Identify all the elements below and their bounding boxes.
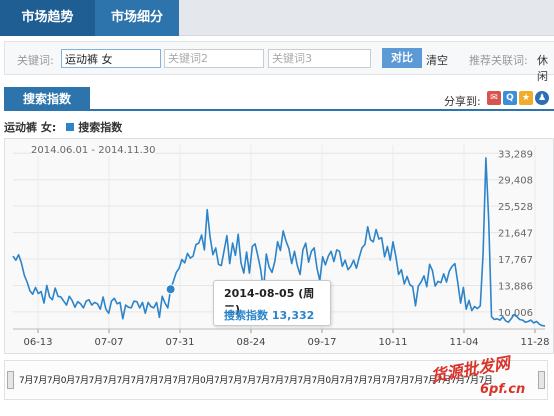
recommend-keyword-link[interactable]: 休闲 (537, 52, 554, 84)
x-tick-label: 07-07 (94, 337, 123, 348)
chart-tooltip: 2014-08-05 (周二) 搜索指数 13,332 (213, 280, 331, 326)
scrubber-left-handle[interactable] (7, 371, 14, 389)
legend-swatch (66, 123, 75, 131)
star-icon[interactable]: ★ (519, 91, 533, 105)
legend-series-name: 搜索指数 (78, 121, 123, 134)
x-tick-label: 08-24 (236, 337, 265, 348)
y-tick-label: 29,408 (498, 176, 533, 187)
keyword-filter-bar: 关键词: 对比 清空 推荐关联词: 休闲 (4, 41, 554, 83)
legend-keyword: 运动裤 女: (4, 121, 57, 134)
x-tick-label: 07-31 (165, 337, 194, 348)
watermark-url: 6pf.cn (480, 382, 526, 397)
keyword3-input[interactable] (268, 49, 371, 68)
scrubber-right-handle[interactable] (538, 371, 545, 389)
y-tick-label: 13,886 (498, 281, 533, 292)
x-tick-label: 06-13 (23, 337, 52, 348)
x-tick-label: 11-28 (520, 337, 549, 348)
x-tick-label: 10-11 (378, 337, 407, 348)
y-tick-label: 17,767 (498, 255, 533, 266)
x-tick-label: 11-04 (449, 337, 478, 348)
tab-market-segment[interactable]: 市场细分 (95, 0, 179, 36)
tab-market-trend[interactable]: 市场趋势 (0, 0, 95, 36)
y-tick-label: 21,647 (498, 229, 533, 240)
qzone-icon[interactable]: Q (503, 91, 517, 105)
compare-button[interactable]: 对比 (382, 48, 422, 68)
keyword2-input[interactable] (164, 49, 264, 68)
legend-row: 运动裤 女: 搜索指数 (4, 119, 122, 135)
y-tick-label: 25,528 (498, 202, 533, 213)
tab-search-index[interactable]: 搜索指数 (4, 87, 90, 111)
y-tick-label: 33,289 (498, 149, 533, 160)
share-label: 分享到: (444, 95, 481, 108)
clear-button[interactable]: 清空 (426, 52, 448, 68)
top-nav: 市场趋势 市场细分 (0, 0, 554, 36)
email-icon[interactable]: ✉ (487, 91, 501, 105)
highlighted-point (165, 284, 176, 295)
section-header: 搜索指数 分享到: ✉ Q ★ ♟ (4, 87, 554, 111)
x-tick-label: 09-17 (307, 337, 336, 348)
user-icon[interactable]: ♟ (535, 91, 549, 105)
tooltip-label: 搜索指数 (224, 309, 268, 322)
tooltip-value-row: 搜索指数 13,332 (224, 307, 314, 323)
keyword1-input[interactable] (61, 49, 161, 68)
tooltip-value: 13,332 (271, 309, 315, 322)
scrubber-tick-labels: 7月7月7月0月7月7月7月7月7月7月7月7月7月0月7月7月7月7月7月7月… (19, 376, 493, 386)
chart-date-range: 2014.06.01 - 2014.11.30 (31, 145, 156, 156)
recommend-label: 推荐关联词: (469, 54, 528, 67)
keyword-label: 关键词: (17, 54, 54, 67)
